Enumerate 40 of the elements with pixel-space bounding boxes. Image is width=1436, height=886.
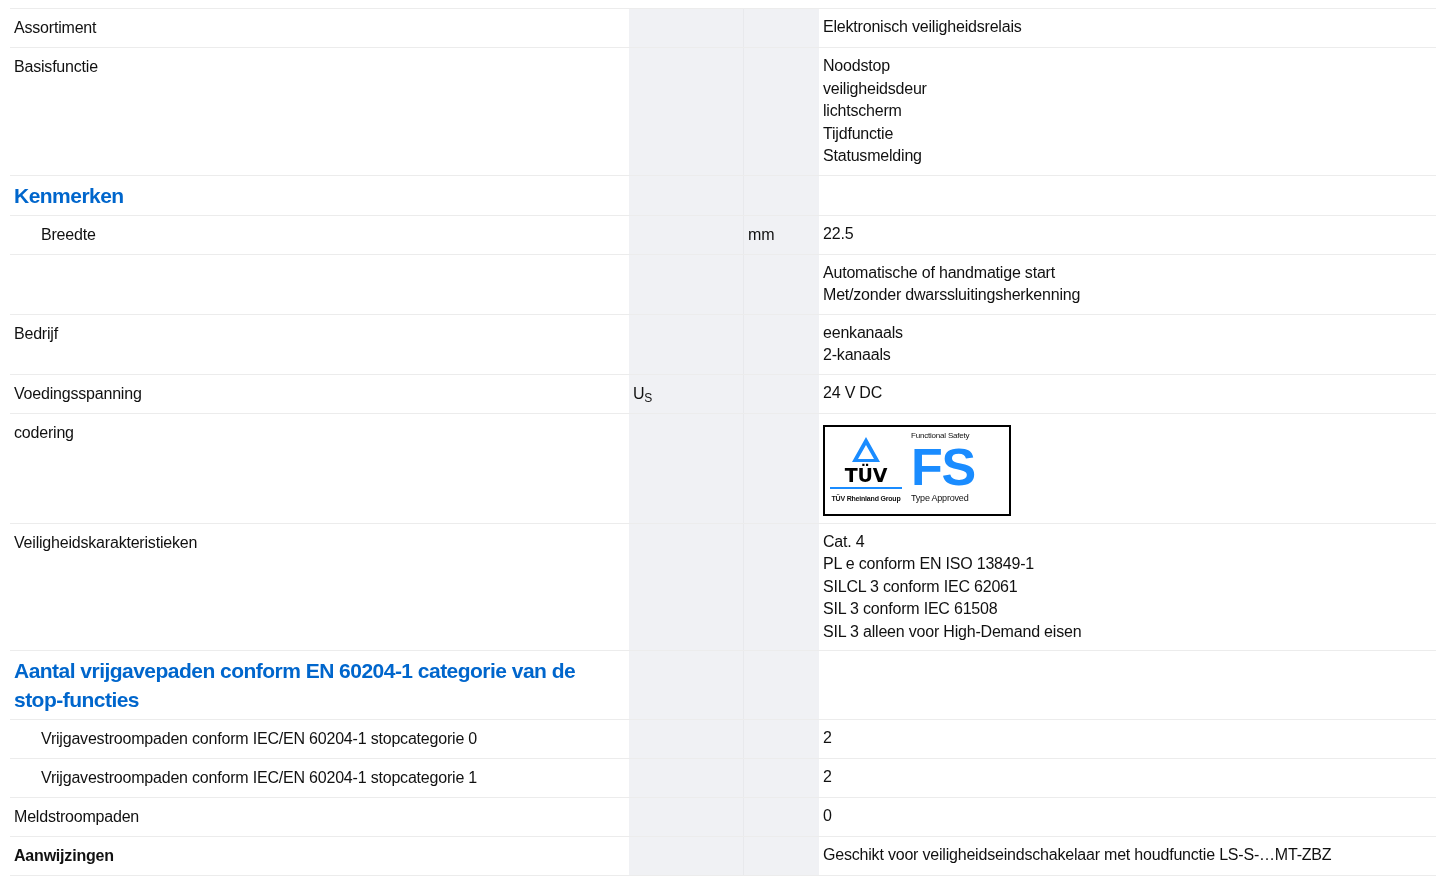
property-label: Voedingsspanning: [14, 384, 142, 402]
property-value: Geschikt voor veiligheidseindschakelaar met houdfunctie LS-S-…MT-ZBZ: [823, 845, 1333, 865]
property-value: PL e conform EN ISO 13849-1: [823, 554, 1035, 574]
property-label: Basisfunctie: [14, 58, 98, 75]
property-value: 2-kanaals: [823, 345, 892, 365]
property-value: lichtscherm: [823, 101, 903, 121]
brand-text: TÜV: [844, 464, 888, 485]
property-label: Meldstroompaden: [14, 808, 140, 825]
property-value: Statusmelding: [823, 146, 923, 166]
logo-caption: Type Approved: [911, 492, 970, 504]
property-value: 0: [823, 806, 833, 826]
property-value: Elektronisch veiligheidsrelais: [823, 17, 1023, 37]
property-label: Vrijgavestroompaden conform IEC/EN 60204-1 stopcategorie 0: [40, 730, 478, 747]
property-value: SIL 3 conform IEC 61508: [823, 599, 999, 619]
property-value: SIL 3 alleen voor High-Demand eisen: [823, 621, 1083, 642]
property-value: SILCL 3 conform IEC 62061: [823, 576, 1019, 597]
property-label: Bedrijf: [14, 324, 58, 342]
logo-caption: Functional Safety: [911, 430, 971, 441]
symbol-text: U$_{S}$: [633, 384, 653, 402]
property-value: eenkanaals: [823, 322, 904, 343]
property-value: Tijdfunctie: [823, 123, 895, 144]
property-value: 22.5: [823, 223, 855, 244]
property-label: Vrijgavestroompaden conform IEC/EN 60204-1 stopcategorie 1: [40, 769, 478, 786]
unit-text: mm: [748, 225, 775, 243]
property-label: Aanwijzingen: [14, 847, 114, 864]
property-value: Cat. 4: [823, 531, 866, 552]
property-value: veiligheidsdeur: [823, 78, 928, 99]
property-value: Automatische of handmatige start: [823, 262, 1056, 283]
property-label: codering: [14, 423, 74, 441]
property-value: 24 V DC: [823, 382, 884, 403]
property-label: Assortiment: [14, 19, 97, 36]
section-heading: Kenmerken: [14, 182, 125, 209]
property-label: Veiligheidskarakteristieken: [14, 533, 198, 551]
property-value: 2: [823, 728, 833, 748]
section-heading: Aantal vrijgavepaden conform EN 60204-1 categorie van de stop-functies: [14, 658, 577, 713]
property-value: Met/zonder dwarssluitingsherkenning: [823, 285, 1082, 305]
property-value: Noodstop: [823, 56, 891, 76]
fs-mark: FS: [911, 440, 975, 493]
property-label: Breedte: [40, 225, 96, 243]
property-value: 2: [823, 767, 833, 787]
